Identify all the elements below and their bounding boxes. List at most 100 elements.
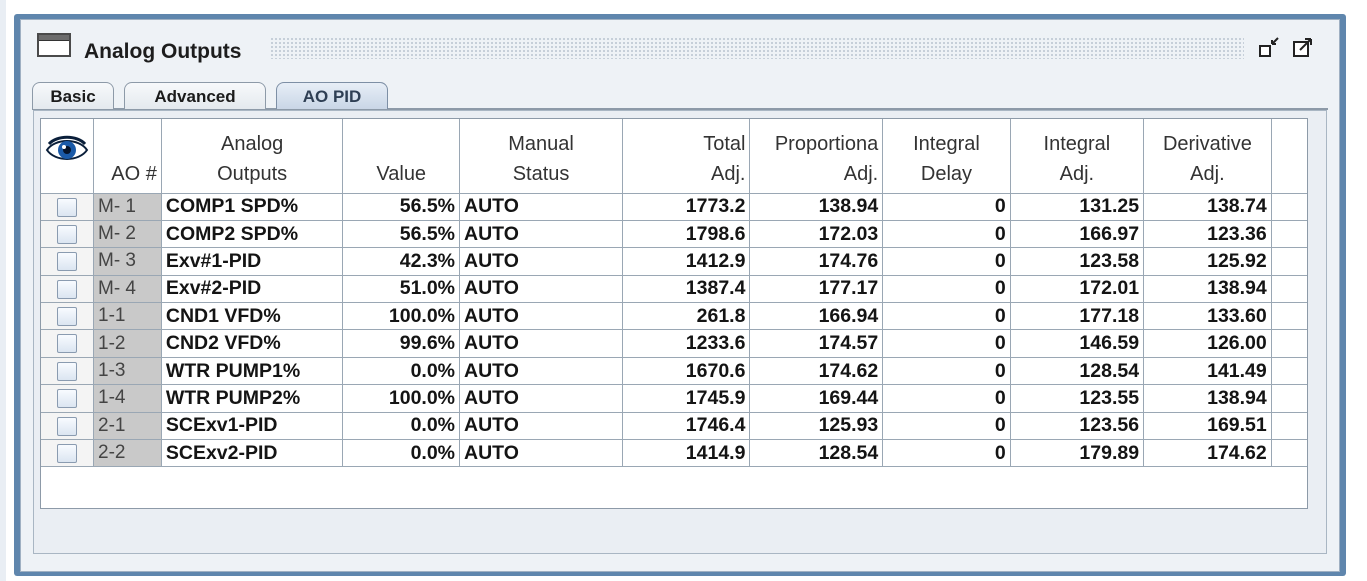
ao-number-cell[interactable]: M- 2 xyxy=(93,220,162,249)
proportional-adj-cell[interactable]: 169.44 xyxy=(749,384,884,413)
derivative-adj-cell[interactable]: 169.51 xyxy=(1143,412,1272,441)
total-adj-cell[interactable]: 1233.6 xyxy=(622,329,751,358)
derivative-adj-cell[interactable]: 126.00 xyxy=(1143,329,1272,358)
row-checkbox[interactable] xyxy=(57,224,77,244)
output-name-cell[interactable]: WTR PUMP2% xyxy=(161,384,344,413)
value-cell[interactable]: 42.3% xyxy=(342,247,461,276)
manual-status-cell[interactable]: AUTO xyxy=(459,412,624,441)
integral-adj-cell[interactable]: 146.59 xyxy=(1010,329,1145,358)
ao-number-cell[interactable]: M- 1 xyxy=(93,193,162,221)
maximize-icon[interactable] xyxy=(1291,37,1315,59)
value-cell[interactable]: 100.0% xyxy=(342,302,461,331)
derivative-adj-cell[interactable]: 123.36 xyxy=(1143,220,1272,249)
manual-status-cell[interactable]: AUTO xyxy=(459,247,624,276)
tab-advanced[interactable]: Advanced xyxy=(124,82,266,109)
ao-number-cell[interactable]: M- 3 xyxy=(93,247,162,276)
ao-number-cell[interactable]: 2-1 xyxy=(93,412,162,441)
derivative-adj-cell[interactable]: 133.60 xyxy=(1143,302,1272,331)
total-adj-cell[interactable]: 261.8 xyxy=(622,302,751,331)
output-name-cell[interactable]: COMP1 SPD% xyxy=(161,193,344,221)
value-cell[interactable]: 56.5% xyxy=(342,193,461,221)
integral-delay-cell[interactable]: 0 xyxy=(882,302,1011,331)
header-manual-status[interactable]: Manual Status xyxy=(459,119,624,194)
proportional-adj-cell[interactable]: 166.94 xyxy=(749,302,884,331)
total-adj-cell[interactable]: 1773.2 xyxy=(622,193,751,221)
manual-status-cell[interactable]: AUTO xyxy=(459,302,624,331)
integral-adj-cell[interactable]: 172.01 xyxy=(1010,275,1145,304)
header-derivative-adj[interactable]: Derivative Adj. xyxy=(1143,119,1272,194)
value-cell[interactable]: 99.6% xyxy=(342,329,461,358)
integral-delay-cell[interactable]: 0 xyxy=(882,412,1011,441)
integral-adj-cell[interactable]: 177.18 xyxy=(1010,302,1145,331)
integral-delay-cell[interactable]: 0 xyxy=(882,357,1011,386)
header-value[interactable]: Value xyxy=(342,119,461,194)
value-cell[interactable]: 100.0% xyxy=(342,384,461,413)
integral-delay-cell[interactable]: 0 xyxy=(882,439,1011,468)
table-row[interactable]: 2-1 SCExv1-PID 0.0% AUTO 1746.4 125.93 0 123.56… xyxy=(41,412,1307,441)
output-name-cell[interactable]: CND1 VFD% xyxy=(161,302,344,331)
eye-column-header[interactable] xyxy=(41,119,94,194)
ao-number-cell[interactable]: 1-3 xyxy=(93,357,162,386)
row-checkbox[interactable] xyxy=(57,416,77,436)
derivative-adj-cell[interactable]: 138.74 xyxy=(1143,193,1272,221)
manual-status-cell[interactable]: AUTO xyxy=(459,220,624,249)
ao-number-cell[interactable]: 2-2 xyxy=(93,439,162,468)
ao-number-cell[interactable]: 1-4 xyxy=(93,384,162,413)
row-checkbox[interactable] xyxy=(57,252,77,272)
integral-delay-cell[interactable]: 0 xyxy=(882,275,1011,304)
derivative-adj-cell[interactable]: 141.49 xyxy=(1143,357,1272,386)
integral-delay-cell[interactable]: 0 xyxy=(882,220,1011,249)
header-ao-number[interactable]: AO # xyxy=(93,119,162,194)
table-row[interactable]: M- 1 COMP1 SPD% 56.5% AUTO 1773.2 138.94 0 131.… xyxy=(41,193,1307,221)
output-name-cell[interactable]: SCExv1-PID xyxy=(161,412,344,441)
integral-adj-cell[interactable]: 123.56 xyxy=(1010,412,1145,441)
minimize-icon[interactable] xyxy=(1258,37,1282,59)
total-adj-cell[interactable]: 1746.4 xyxy=(622,412,751,441)
table-row[interactable]: 1-3 WTR PUMP1% 0.0% AUTO 1670.6 174.62 0 128.54… xyxy=(41,357,1307,386)
output-name-cell[interactable]: WTR PUMP1% xyxy=(161,357,344,386)
manual-status-cell[interactable]: AUTO xyxy=(459,275,624,304)
output-name-cell[interactable]: COMP2 SPD% xyxy=(161,220,344,249)
derivative-adj-cell[interactable]: 125.92 xyxy=(1143,247,1272,276)
table-row[interactable]: 1-4 WTR PUMP2% 100.0% AUTO 1745.9 169.44 0 123.… xyxy=(41,384,1307,413)
ao-number-cell[interactable]: 1-1 xyxy=(93,302,162,331)
derivative-adj-cell[interactable]: 138.94 xyxy=(1143,275,1272,304)
row-checkbox[interactable] xyxy=(57,444,77,464)
ao-number-cell[interactable]: M- 4 xyxy=(93,275,162,304)
integral-adj-cell[interactable]: 128.54 xyxy=(1010,357,1145,386)
table-row[interactable]: 1-2 CND2 VFD% 99.6% AUTO 1233.6 174.57 0 146.59… xyxy=(41,329,1307,358)
proportional-adj-cell[interactable]: 174.76 xyxy=(749,247,884,276)
value-cell[interactable]: 0.0% xyxy=(342,357,461,386)
integral-adj-cell[interactable]: 131.25 xyxy=(1010,193,1145,221)
integral-adj-cell[interactable]: 123.55 xyxy=(1010,384,1145,413)
derivative-adj-cell[interactable]: 174.62 xyxy=(1143,439,1272,468)
integral-adj-cell[interactable]: 166.97 xyxy=(1010,220,1145,249)
row-checkbox[interactable] xyxy=(57,334,77,354)
row-checkbox[interactable] xyxy=(57,279,77,299)
row-checkbox[interactable] xyxy=(57,307,77,327)
integral-adj-cell[interactable]: 179.89 xyxy=(1010,439,1145,468)
total-adj-cell[interactable]: 1412.9 xyxy=(622,247,751,276)
table-row[interactable]: 2-2 SCExv2-PID 0.0% AUTO 1414.9 128.54 0 179.89… xyxy=(41,439,1307,468)
table-row[interactable]: 1-1 CND1 VFD% 100.0% AUTO 261.8 166.94 0 177.18… xyxy=(41,302,1307,331)
value-cell[interactable]: 0.0% xyxy=(342,439,461,468)
integral-delay-cell[interactable]: 0 xyxy=(882,247,1011,276)
tab-ao-pid[interactable]: AO PID xyxy=(276,82,388,109)
value-cell[interactable]: 51.0% xyxy=(342,275,461,304)
manual-status-cell[interactable]: AUTO xyxy=(459,384,624,413)
proportional-adj-cell[interactable]: 125.93 xyxy=(749,412,884,441)
proportional-adj-cell[interactable]: 174.57 xyxy=(749,329,884,358)
manual-status-cell[interactable]: AUTO xyxy=(459,329,624,358)
total-adj-cell[interactable]: 1745.9 xyxy=(622,384,751,413)
proportional-adj-cell[interactable]: 138.94 xyxy=(749,193,884,221)
header-total-adj[interactable]: Total Adj. xyxy=(622,119,751,194)
manual-status-cell[interactable]: AUTO xyxy=(459,357,624,386)
output-name-cell[interactable]: CND2 VFD% xyxy=(161,329,344,358)
integral-delay-cell[interactable]: 0 xyxy=(882,384,1011,413)
value-cell[interactable]: 56.5% xyxy=(342,220,461,249)
row-checkbox[interactable] xyxy=(57,361,77,381)
proportional-adj-cell[interactable]: 172.03 xyxy=(749,220,884,249)
header-integral-delay[interactable]: Integral Delay xyxy=(882,119,1011,194)
header-analog-outputs[interactable]: Analog Outputs xyxy=(161,119,344,194)
total-adj-cell[interactable]: 1414.9 xyxy=(622,439,751,468)
